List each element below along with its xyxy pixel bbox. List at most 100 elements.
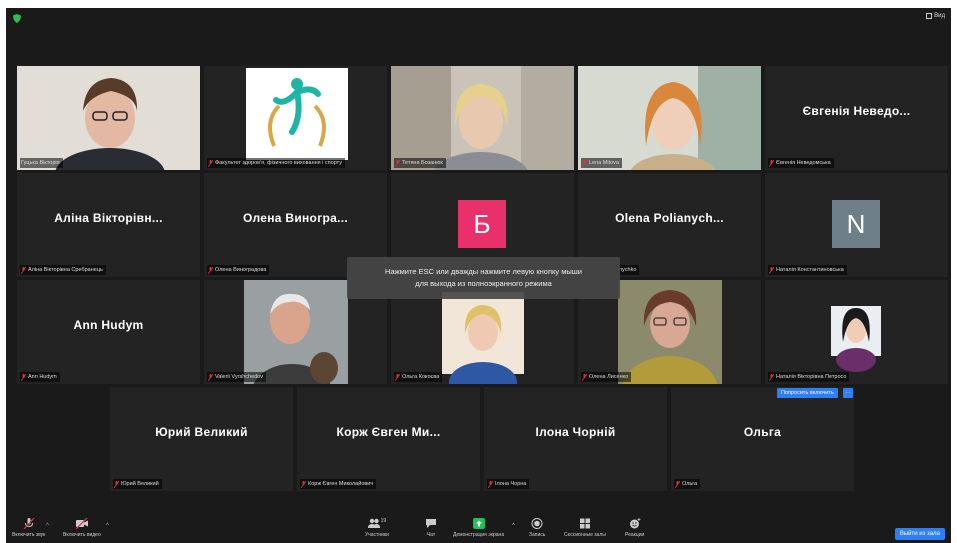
participant-name: Тетяна Бозанюк — [402, 160, 443, 166]
record-button[interactable]: Запись — [529, 518, 545, 538]
muted-mic-icon — [301, 480, 306, 488]
participant-tile[interactable]: Аліна Вікторівн... Аліна Вікторівна Среб… — [17, 173, 200, 277]
participant-caption: nychko — [618, 265, 640, 275]
participant-tile[interactable]: Ольга Ольга — [671, 387, 854, 491]
participant-caption: Lena Mitova — [581, 158, 622, 168]
chat-label: Чат — [426, 532, 436, 538]
start-video-button[interactable]: Включить видео — [63, 518, 101, 538]
grid-view-icon — [926, 13, 933, 19]
participant-name: Євгенія Неведомська — [776, 160, 831, 166]
participant-tile[interactable]: Наталія Вікторівна Петросо — [765, 280, 948, 384]
participant-caption: Ann Hudym — [20, 372, 60, 382]
view-label: Вид — [934, 13, 945, 19]
participant-tile[interactable]: Євгенія Неведо... Євгенія Неведомська — [765, 66, 948, 170]
video-options-caret-icon[interactable]: ^ — [106, 523, 109, 529]
participant-name: Олена Лисенко — [589, 374, 629, 380]
participant-caption: Наталія Константиновська — [768, 265, 847, 275]
muted-mic-icon — [488, 480, 493, 488]
view-button[interactable]: Вид — [926, 13, 945, 19]
participants-button[interactable]: 19 Участники — [365, 518, 389, 538]
share-screen-label: Демонстрация экрана — [453, 532, 505, 538]
muted-mic-icon — [23, 518, 35, 529]
participant-tile[interactable]: Тетяна Бозанюк — [391, 66, 574, 170]
muted-mic-icon — [208, 159, 213, 167]
muted-mic-icon — [769, 266, 774, 274]
reactions-label: Реакции — [625, 532, 645, 538]
participant-name: Lena Mitova — [589, 160, 619, 166]
participant-caption: Гуцька Вікторія — [20, 158, 63, 168]
participant-tile[interactable]: Корж Євген Ми... Корж Євген Миколайович — [297, 387, 480, 491]
participant-tile[interactable]: Ann Hudym Ann Hudym — [17, 280, 200, 384]
breakout-rooms-button[interactable]: Сессионные залы — [564, 518, 606, 538]
start-video-label: Включить видео — [63, 532, 101, 538]
fullscreen-exit-hint: Нажмите ESC или дважды нажмите левую кно… — [347, 257, 620, 299]
faculty-logo-image — [204, 66, 387, 170]
muted-mic-icon — [582, 373, 587, 381]
record-label: Запись — [529, 532, 546, 538]
participant-name: Аліна Вікторівна Сребранець — [28, 267, 103, 273]
participant-video — [391, 66, 574, 170]
participant-caption: Valerii Vyrshchedov — [207, 372, 266, 382]
participant-name: Ольга — [682, 481, 698, 487]
participant-display-name: Олена Виногра... — [243, 211, 348, 225]
participant-display-name: Ann Hudym — [73, 318, 144, 332]
chat-icon — [426, 519, 436, 528]
participant-caption: Олена Виноградова — [207, 265, 270, 275]
security-shield-icon[interactable] — [13, 14, 21, 23]
participant-name: Гуцька Вікторія — [21, 160, 60, 166]
unmute-audio-button[interactable]: Включить звук — [12, 518, 45, 538]
muted-mic-icon — [114, 480, 119, 488]
unmute-audio-label: Включить звук — [12, 532, 46, 538]
breakout-rooms-label: Сессионные залы — [564, 532, 606, 538]
participant-video — [578, 66, 761, 170]
muted-mic-icon — [395, 373, 400, 381]
ask-to-unmute-button[interactable]: Попросить включить — [777, 388, 838, 398]
share-screen-button[interactable]: Демонстрация экрана — [453, 518, 504, 538]
participant-tile[interactable]: Факультет здоров'я, фізичного виховання … — [204, 66, 387, 170]
participant-name: Наталія Константиновська — [776, 267, 844, 273]
participant-display-name: Ольга — [743, 425, 782, 439]
participant-caption: Ілона Чорна — [487, 479, 530, 489]
participant-name: Ілона Чорна — [495, 481, 527, 487]
participant-name: Valerii Vyrshchedov — [215, 374, 263, 380]
participants-label: Участники — [365, 532, 389, 538]
audio-options-caret-icon[interactable]: ^ — [46, 523, 49, 529]
hint-line-1: Нажмите ESC или дважды нажмите левую кно… — [385, 267, 582, 276]
participant-display-name: Аліна Вікторівн... — [54, 211, 163, 225]
participant-display-name: Olena Polianych... — [615, 211, 724, 225]
hint-line-2: для выхода из полноэкранного режима — [415, 279, 552, 288]
avatar: Б — [458, 200, 506, 248]
muted-mic-icon — [208, 266, 213, 274]
participant-caption: Наталія Вікторівна Петросо — [768, 372, 850, 382]
zoom-window: Вид Гуцька Вікторія Факультет здоров'я, … — [6, 8, 951, 543]
breakout-rooms-icon — [579, 518, 590, 529]
participant-photo — [765, 280, 948, 384]
muted-mic-icon — [21, 266, 26, 274]
muted-mic-icon — [675, 480, 680, 488]
participant-tile[interactable]: N Наталія Константиновська — [765, 173, 948, 277]
participant-caption: Тетяна Бозанюк — [394, 158, 446, 168]
participant-video — [17, 66, 200, 170]
participant-name: Юрий Великий — [121, 481, 159, 487]
chat-button[interactable]: Чат — [425, 518, 437, 538]
participant-tile[interactable]: Гуцька Вікторія — [17, 66, 200, 170]
participant-display-name: Євгенія Неведо... — [802, 104, 911, 118]
participant-name: Наталія Вікторівна Петросо — [776, 374, 847, 380]
participant-tile[interactable]: Ілона Чорній Ілона Чорна — [484, 387, 667, 491]
avatar: N — [832, 200, 880, 248]
participant-name: Корж Євген Миколайович — [308, 481, 374, 487]
participant-name: Ольга Кокоєва — [402, 374, 440, 380]
muted-mic-icon — [395, 159, 400, 167]
muted-mic-icon — [582, 159, 587, 167]
muted-mic-icon — [769, 159, 774, 167]
share-options-caret-icon[interactable]: ^ — [512, 523, 515, 529]
reactions-button[interactable]: Реакции — [625, 518, 644, 538]
more-options-button[interactable]: ··· — [843, 388, 853, 398]
share-screen-icon — [472, 518, 485, 529]
video-off-icon — [75, 518, 88, 529]
participant-tile[interactable]: Юрий Великий Юрий Великий — [110, 387, 293, 491]
leave-meeting-button[interactable]: Выйти из зала — [894, 528, 945, 540]
participant-caption: Аліна Вікторівна Сребранець — [20, 265, 106, 275]
participant-tile[interactable]: Lena Mitova — [578, 66, 761, 170]
participant-caption: Юрий Великий — [113, 479, 162, 489]
